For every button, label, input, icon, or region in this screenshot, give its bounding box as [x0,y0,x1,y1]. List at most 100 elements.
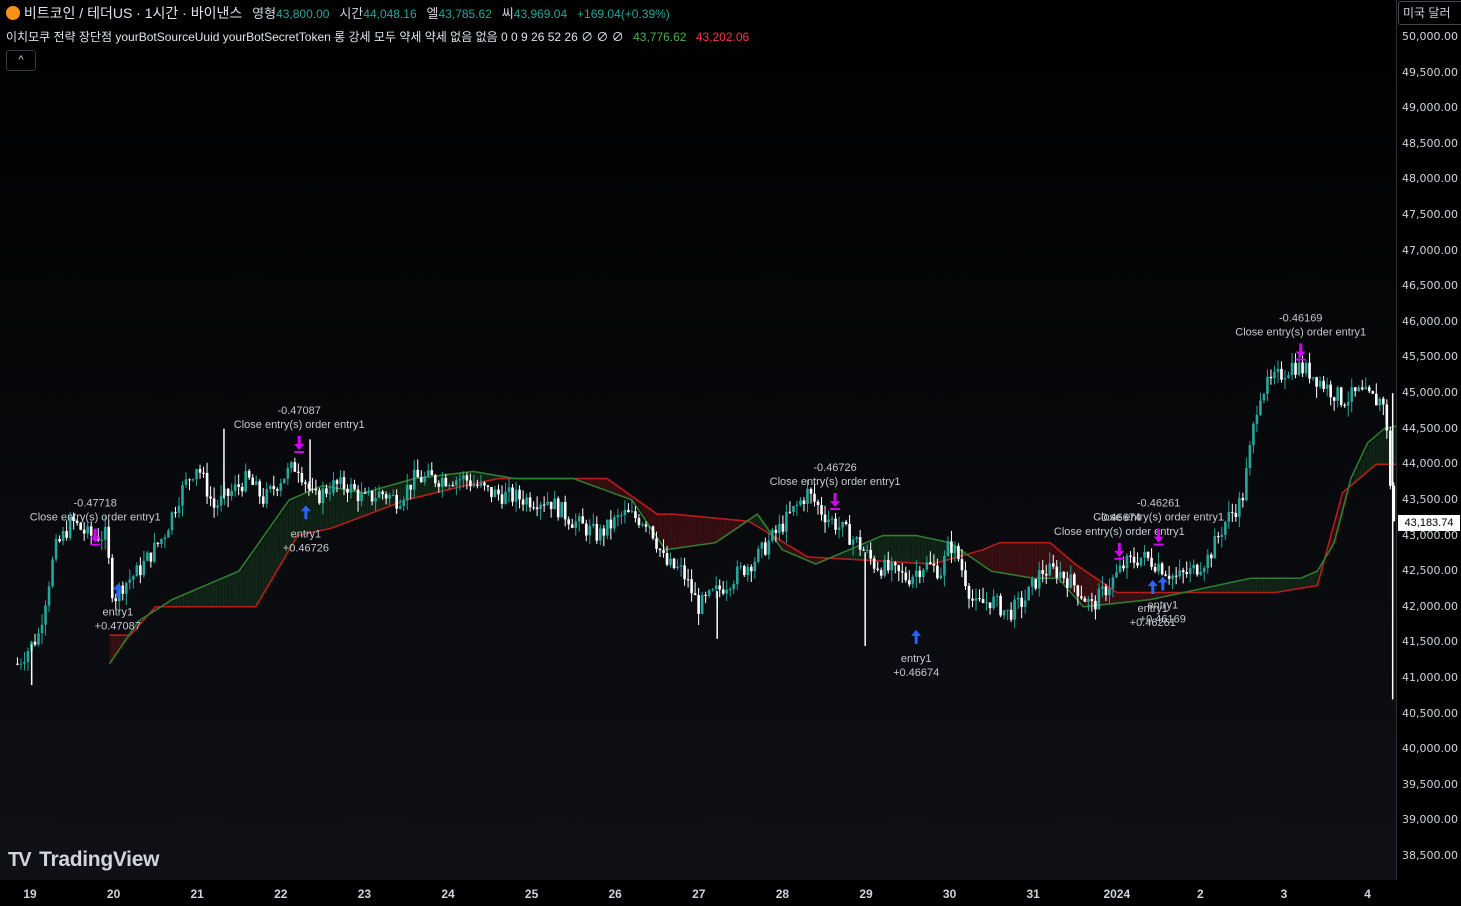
marker-label: Close entry(s) order entry1 [1093,512,1224,524]
candle-body [1290,362,1294,376]
tradingview-logo-text: TradingView [39,848,160,871]
time-axis[interactable]: 19 20 21 22 23 24 25 26 27 28 29 30 31 2024 2 3 4 [0,880,1461,906]
candle-body [332,480,335,493]
down-arrow-icon [294,436,305,451]
marker-label: Close entry(s) order entry1 [1054,526,1185,538]
collapse-legend-button[interactable]: ^ [6,50,36,71]
candle-body [511,487,514,502]
candle-body [33,641,37,645]
candle-body [1136,562,1139,566]
up-arrow-icon [911,629,922,644]
candle-body [381,491,384,495]
candle-body [219,495,223,506]
candle-body [1322,380,1325,389]
candle-body [472,484,476,487]
candle-body [904,572,908,581]
change-value: +169.04(+0.39%) [577,7,670,21]
candle-body [142,560,146,576]
candle-body [908,580,911,585]
price-chart[interactable]: entry1 +0.47087 entry1 +0.46726 entry1 +0.466… [0,0,1396,880]
candle-body [205,473,209,497]
symbol-header: 비트코인 / 테더US · 1시간 · 바이낸스 영형43,800.00 시간4… [6,3,670,23]
candle-body [876,568,880,570]
candle-body [560,502,563,518]
candle-body [627,509,630,513]
y-tick-label: 40,000.00 [1402,742,1458,756]
candle-body [1280,368,1283,380]
candle-body [486,485,490,487]
candle-body [26,651,30,662]
long-entry-marker: entry1 +0.46169 [1140,576,1186,625]
long-entry-marker: entry1 +0.46674 [893,629,939,679]
candle-body [718,585,721,590]
candle-body [1364,387,1368,390]
marker-value: +0.46726 [283,542,329,554]
candle-body [1385,404,1389,431]
price-axis[interactable]: 50,000.00 49,500.00 49,000.00 48,500.00 48,0… [1396,0,1461,880]
candle-body [1346,401,1350,406]
candle-body [1111,577,1115,589]
symbol-title[interactable]: 비트코인 / 테더US · 1시간 · 바이낸스 [24,5,242,21]
candle-body [690,579,693,594]
candle-body [865,549,869,551]
y-tick-label: 49,500.00 [1402,65,1458,79]
candle-body [1034,578,1038,589]
candle-body [79,523,82,530]
candle-body [957,545,960,560]
y-tick-label: 44,000.00 [1402,457,1458,471]
candle-body [1195,564,1199,575]
candle-body [1108,588,1111,596]
candle-body [1048,563,1052,576]
marker-label: entry1 [1147,599,1178,611]
candle-body [363,492,367,494]
candle-body [125,582,128,594]
candle-body [929,562,932,564]
candle-body [693,593,697,596]
currency-button[interactable]: 미국 달러 [1398,1,1461,25]
down-arrow-icon [830,493,841,508]
candle-body [335,480,339,485]
down-arrow-icon [1295,343,1306,358]
candle-body [321,488,325,504]
candle-body [202,472,205,474]
candle-body [599,528,602,541]
x-tick-label: 27 [692,887,706,901]
candle-body [1357,387,1361,392]
candle-body [395,494,398,509]
candle-body [507,487,511,492]
candle-body [757,548,760,562]
candle-body [51,559,54,587]
candle-body [971,598,974,601]
candle-body [1245,468,1248,501]
candle-body [121,585,125,594]
candle-body [476,484,479,486]
candle-body [107,526,111,558]
close-marker: Close entry(s) order entry1 -0.46169 [1235,312,1366,361]
candle-body [1139,557,1143,566]
candle-body [556,498,560,518]
candle-body [212,498,216,508]
candle-body [325,488,328,494]
candle-body [514,489,518,502]
candle-body [760,542,764,549]
candle-body [1315,377,1318,387]
candle-body [346,488,349,493]
candle-body [191,479,195,481]
candle-body [588,525,592,536]
candle-body [444,477,448,487]
candle-body [1101,586,1104,589]
candle-body [132,576,135,580]
candle-body [370,490,374,502]
strategy-legend[interactable]: 이치모쿠 전략 장단점 yourBotSourceUuid yourBotSec… [6,28,749,45]
y-tick-label: 46,000.00 [1402,314,1458,328]
candle-body [532,507,535,509]
y-tick-label: 39,500.00 [1402,777,1458,791]
candle-body [244,470,247,492]
y-tick-label: 38,500.00 [1402,849,1458,862]
candle-body [146,552,149,561]
candle-body [1069,574,1073,588]
x-tick-label: 23 [357,887,372,901]
candle-body [1209,554,1213,559]
marker-label: entry1 [102,607,133,619]
candle-body [988,602,992,609]
